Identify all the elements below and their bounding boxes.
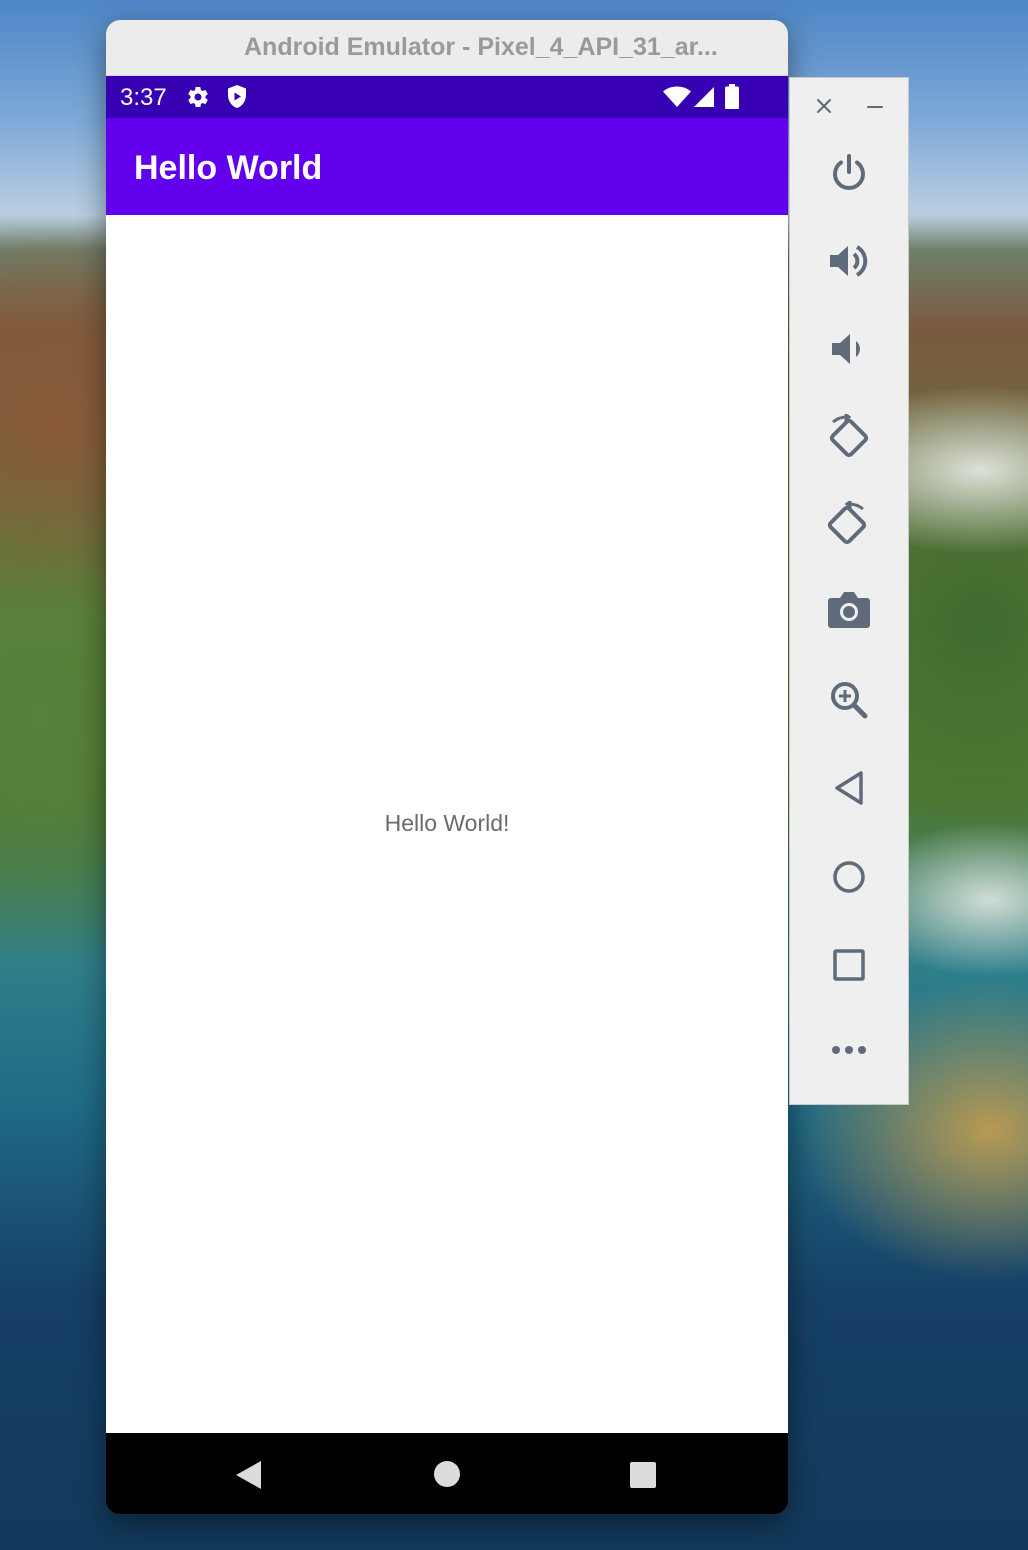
volume-up-icon[interactable] xyxy=(828,240,870,282)
window-title: Android Emulator - Pixel_4_API_31_ar... xyxy=(244,33,718,61)
battery-icon xyxy=(725,84,739,114)
main-content: Hello World! xyxy=(106,215,788,1433)
close-icon[interactable] xyxy=(816,98,832,114)
overview-icon[interactable] xyxy=(832,948,866,982)
home-icon[interactable] xyxy=(832,860,866,894)
settings-icon xyxy=(186,85,210,114)
zoom-icon[interactable] xyxy=(829,680,869,720)
camera-icon[interactable] xyxy=(827,590,871,630)
nav-back-button[interactable] xyxy=(234,1460,262,1495)
power-icon[interactable] xyxy=(828,152,870,194)
back-icon[interactable] xyxy=(833,770,865,806)
status-bar: 3:37 xyxy=(106,76,788,118)
rotate-left-icon[interactable] xyxy=(825,414,873,462)
volume-down-icon[interactable] xyxy=(828,328,870,370)
window-title-bar[interactable]: Android Emulator - Pixel_4_API_31_ar... xyxy=(106,20,788,76)
minimize-icon[interactable] xyxy=(867,105,883,109)
hello-text: Hello World! xyxy=(384,810,510,836)
more-icon[interactable] xyxy=(831,1044,867,1056)
signal-icon xyxy=(693,86,715,113)
rotate-right-icon[interactable] xyxy=(823,501,871,549)
shield-icon xyxy=(225,84,249,115)
app-bar: Hello World xyxy=(106,118,788,215)
emulator-window: Android Emulator - Pixel_4_API_31_ar... … xyxy=(106,20,788,1514)
device-screen[interactable]: 3:37 Hello World Hello World! xyxy=(106,76,788,1514)
nav-home-button[interactable] xyxy=(433,1460,461,1493)
navigation-bar xyxy=(106,1433,788,1514)
nav-overview-button[interactable] xyxy=(630,1462,656,1493)
app-title: Hello World xyxy=(134,149,323,187)
wifi-icon xyxy=(663,86,691,113)
emulator-side-toolbar xyxy=(789,77,909,1105)
status-time: 3:37 xyxy=(120,84,167,111)
